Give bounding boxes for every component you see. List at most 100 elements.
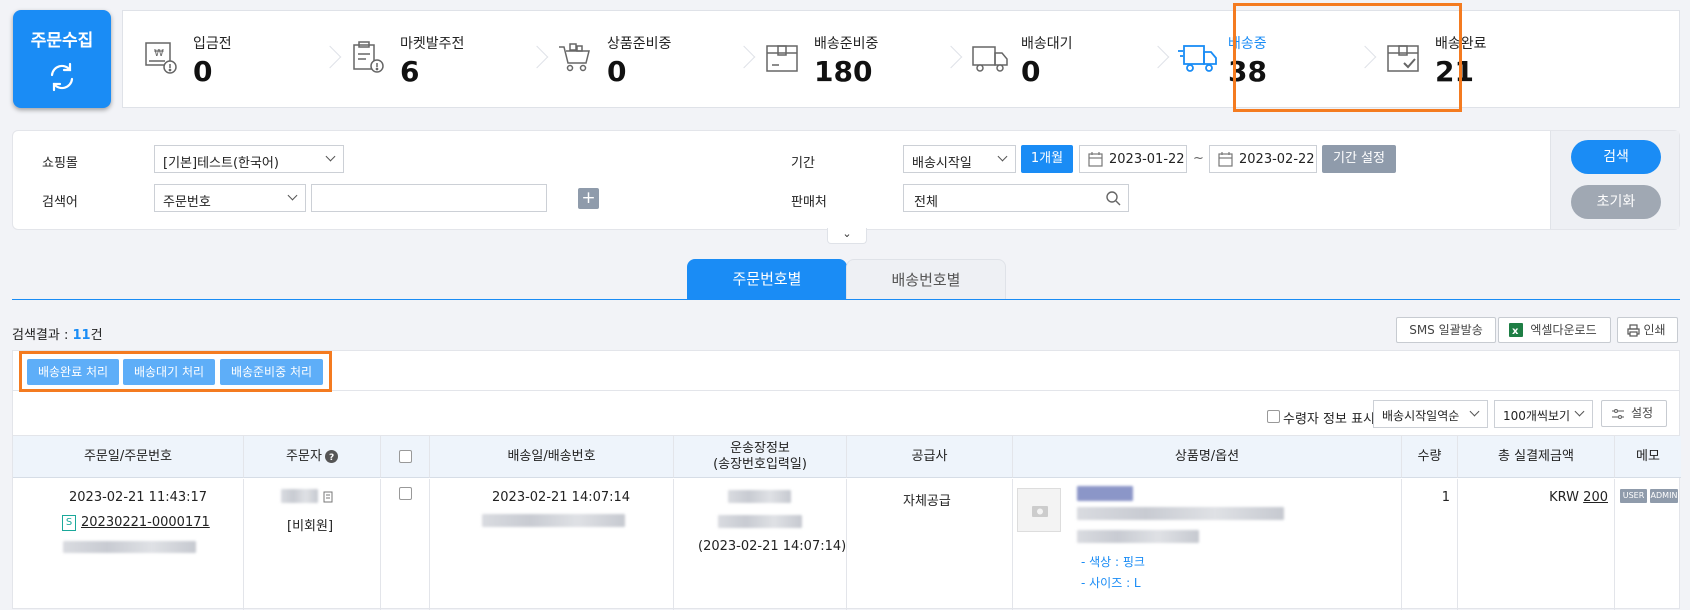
stage-payment-pending[interactable]: ₩ 입금전 0 (123, 11, 342, 107)
select-all-checkbox[interactable] (398, 450, 412, 463)
list-settings-button[interactable]: 설정 (1601, 400, 1667, 427)
product-thumbnail[interactable] (1017, 488, 1061, 532)
table-row-amount-cell: KRW 200 (1458, 479, 1615, 610)
camera-icon (1032, 506, 1048, 517)
col-amount[interactable]: 총 실결제금액 (1458, 436, 1615, 478)
stage-count: 180 (814, 55, 873, 88)
period-type-select[interactable]: 배송시작일 (903, 145, 1016, 173)
collapse-toggle[interactable]: ⌄ (827, 228, 867, 244)
action-highlight (19, 351, 332, 392)
period-1month-button[interactable]: 1개월 (1021, 145, 1073, 173)
stage-product-prep[interactable]: 상품준비중 0 (537, 11, 756, 107)
table-row-ship-cell: 2023-02-21 14:07:14 (430, 479, 674, 610)
currency: KRW (1549, 490, 1580, 505)
market-order-icon (353, 41, 384, 73)
period-type-value: 배송시작일 (912, 156, 972, 171)
chevron-down-icon (325, 151, 336, 162)
svg-text:x: x (1512, 326, 1519, 337)
search-input[interactable] (311, 184, 547, 212)
order-collect-button[interactable]: 주문수집 (13, 10, 111, 108)
seller-value: 전체 (914, 195, 938, 210)
shop-select[interactable]: [기본]테스트(한국어) (154, 145, 344, 173)
redacted-text (1077, 530, 1199, 543)
per-page-value: 100개씩보기 (1503, 409, 1571, 423)
receiver-info-checkbox[interactable] (1267, 410, 1280, 423)
search-button[interactable]: 검색 (1571, 140, 1661, 174)
table-row-orderer-cell: [비회원] (244, 479, 381, 610)
tab-order-number[interactable]: 주문번호별 (687, 259, 847, 300)
result-count: 11 (72, 328, 91, 343)
user-memo-badge[interactable]: USER (1620, 489, 1647, 503)
col-memo[interactable]: 메모 (1615, 436, 1681, 478)
redacted-text (728, 490, 791, 503)
period-set-button[interactable]: 기간 설정 (1322, 145, 1396, 173)
print-label: 인쇄 (1643, 323, 1666, 337)
date-to-input[interactable]: 2023-02-22 (1209, 145, 1317, 173)
date-from-input[interactable]: 2023-01-22 (1079, 145, 1187, 173)
shop-label: 쇼핑몰 (42, 156, 78, 171)
date-from-value: 2023-01-22 (1109, 152, 1185, 167)
per-page-select[interactable]: 100개씩보기 (1494, 400, 1593, 428)
search-icon (1106, 191, 1121, 206)
search-type-value: 주문번호 (163, 195, 211, 210)
sms-bulk-button[interactable]: SMS 일괄발송 (1396, 317, 1496, 343)
chevron-down-icon (1574, 406, 1585, 417)
table-row-product-cell: - 색상 : 핑크 - 사이즈 : L (1013, 479, 1402, 610)
help-icon[interactable]: ? (324, 450, 338, 463)
tab-shipping-number[interactable]: 배송번호별 (846, 259, 1006, 300)
excel-icon: x (1509, 323, 1523, 337)
col-orderer-label: 주문자 (286, 448, 322, 464)
print-button[interactable]: 인쇄 (1617, 317, 1678, 343)
order-number-link[interactable]: 20230221-0000171 (81, 515, 210, 530)
seller-label: 판매처 (791, 195, 827, 210)
product-option-color: - 색상 : 핑크 (1081, 555, 1145, 569)
table-row-memo-cell: USER ADMIN (1615, 479, 1681, 610)
col-order-date[interactable]: 주문일/주문번호 (13, 436, 244, 478)
table-row-invoice-cell: (2023-02-21 14:07:14) (674, 479, 847, 610)
reset-button[interactable]: 초기화 (1571, 185, 1661, 219)
search-label: 검색어 (42, 195, 78, 210)
col-product[interactable]: 상품명/옵션 (1013, 436, 1402, 478)
col-qty[interactable]: 수량 (1402, 436, 1458, 478)
stage-count: 0 (1021, 55, 1041, 88)
seller-input[interactable]: 전체 (903, 184, 1129, 212)
excel-download-button[interactable]: x 엑셀다운로드 (1498, 317, 1611, 343)
row-checkbox[interactable] (399, 487, 412, 500)
quantity: 1 (1441, 490, 1450, 505)
memo-icon[interactable] (323, 491, 333, 503)
sliders-icon (1612, 408, 1624, 420)
admin-memo-badge[interactable]: ADMIN (1650, 489, 1678, 503)
stage-shipping-wait[interactable]: 배송대기 0 (951, 11, 1170, 107)
list-options-row: 수령자 정보 표시 배송시작일역순 100개씩보기 설정 (12, 390, 1680, 435)
amount-link[interactable]: 200 (1583, 490, 1608, 505)
stage-name: 마켓발주전 (400, 36, 465, 52)
sort-select[interactable]: 배송시작일역순 (1373, 400, 1488, 428)
chevron-down-icon: ⌄ (842, 227, 852, 240)
box-icon (766, 45, 798, 72)
payment-pending-icon: ₩ (145, 42, 177, 74)
tab-underline (12, 299, 1680, 300)
search-type-select[interactable]: 주문번호 (154, 184, 306, 212)
col-orderer[interactable]: 주문자 ? (244, 436, 381, 478)
table-row-order-cell: 2023-02-21 11:43:17 S 20230221-0000171 (13, 479, 244, 610)
col-ship-date[interactable]: 배송일/배송번호 (430, 436, 674, 478)
redacted-text (281, 489, 318, 503)
col-invoice[interactable]: 운송장정보 (송장번호입력일) (674, 436, 847, 478)
calendar-icon (1088, 152, 1103, 167)
product-option-size: - 사이즈 : L (1081, 576, 1141, 590)
calendar-icon (1218, 152, 1233, 167)
sort-value: 배송시작일역순 (1382, 409, 1460, 423)
stage-market-order[interactable]: 마켓발주전 6 (330, 11, 549, 107)
settings-label: 설정 (1630, 406, 1654, 420)
table-row-qty-cell: 1 (1402, 479, 1458, 610)
stage-shipping-prep[interactable]: 배송준비중 180 (744, 11, 963, 107)
stage-name: 배송준비중 (814, 36, 879, 52)
add-search-button[interactable]: + (578, 188, 599, 209)
col-supplier[interactable]: 공급사 (847, 436, 1013, 478)
date-to-value: 2023-02-22 (1239, 152, 1315, 167)
stage-name: 입금전 (193, 36, 232, 52)
truck-wait-icon (972, 46, 1008, 72)
redacted-text (718, 515, 802, 528)
filter-panel: 쇼핑몰 [기본]테스트(한국어) 검색어 주문번호 + 기간 배송시작일 1개월… (12, 130, 1680, 230)
stage-count: 6 (400, 55, 420, 88)
